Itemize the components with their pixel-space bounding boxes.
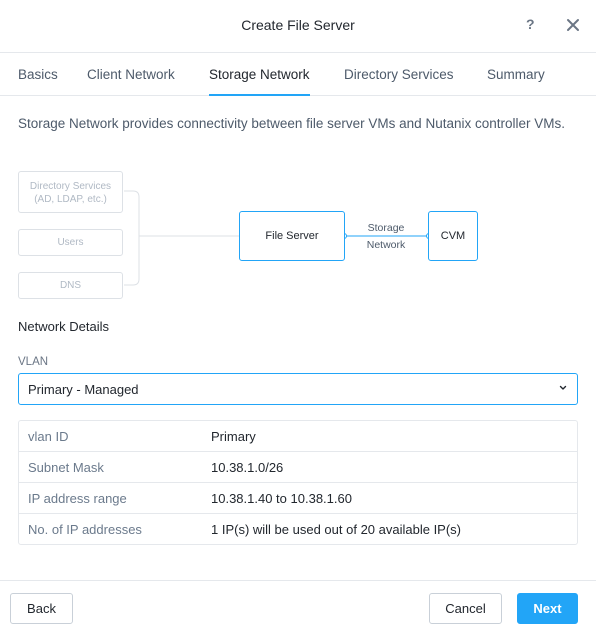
table-row: Subnet Mask 10.38.1.0/26 <box>19 452 577 483</box>
vlan-select[interactable]: Primary - Managed <box>18 373 578 405</box>
users-box: Users <box>18 229 123 256</box>
directory-services-label: Directory Services <box>29 181 112 192</box>
directory-services-sublabel: (AD, LDAP, etc.) <box>34 194 107 205</box>
row-value: 10.38.1.0/26 <box>211 460 284 475</box>
network-diagram: Directory Services (AD, LDAP, etc.) User… <box>0 170 596 305</box>
chevron-down-icon <box>559 385 567 390</box>
dialog-title: Create File Server <box>241 17 355 33</box>
table-row: No. of IP addresses 1 IP(s) will be used… <box>19 514 577 545</box>
close-icon[interactable] <box>566 18 580 32</box>
directory-services-box: Directory Services (AD, LDAP, etc.) <box>18 171 123 213</box>
row-key: IP address range <box>28 491 127 506</box>
dialog-header: Create File Server ? <box>0 0 596 53</box>
row-key: Subnet Mask <box>28 460 104 475</box>
intro-text: Storage Network provides connectivity be… <box>18 116 565 131</box>
row-key: vlan ID <box>28 429 69 444</box>
storage-network-label: Storage Network <box>356 220 416 254</box>
table-row: IP address range 10.38.1.40 to 10.38.1.6… <box>19 483 577 514</box>
dns-box: DNS <box>18 272 123 299</box>
vlan-label: VLAN <box>18 356 49 368</box>
storage-network-label-line1: Storage <box>367 222 405 234</box>
vlan-select-value: Primary - Managed <box>28 382 139 397</box>
cvm-node: CVM <box>428 211 478 261</box>
row-value: Primary <box>211 429 256 444</box>
help-icon[interactable]: ? <box>526 16 535 32</box>
network-details-title: Network Details <box>18 319 110 334</box>
row-value: 10.38.1.40 to 10.38.1.60 <box>211 491 352 506</box>
tab-directory-services[interactable]: Directory Services <box>344 67 454 96</box>
tab-storage-network[interactable]: Storage Network <box>209 67 310 96</box>
table-row: vlan ID Primary <box>19 421 577 452</box>
storage-network-label-line2: Network <box>366 239 406 251</box>
file-server-node: File Server <box>239 211 345 261</box>
dialog-footer: Back Cancel Next <box>0 580 596 634</box>
back-button[interactable]: Back <box>10 593 73 624</box>
tab-client-network[interactable]: Client Network <box>87 67 175 96</box>
wizard-tabs: Basics Client Network Storage Network Di… <box>0 53 596 96</box>
tab-basics[interactable]: Basics <box>18 67 58 96</box>
row-value: 1 IP(s) will be used out of 20 available… <box>211 522 462 537</box>
next-button[interactable]: Next <box>517 593 578 624</box>
network-details-table: vlan ID Primary Subnet Mask 10.38.1.0/26… <box>18 420 578 545</box>
tab-summary[interactable]: Summary <box>487 67 545 96</box>
cancel-button[interactable]: Cancel <box>429 593 502 624</box>
row-key: No. of IP addresses <box>28 522 142 537</box>
